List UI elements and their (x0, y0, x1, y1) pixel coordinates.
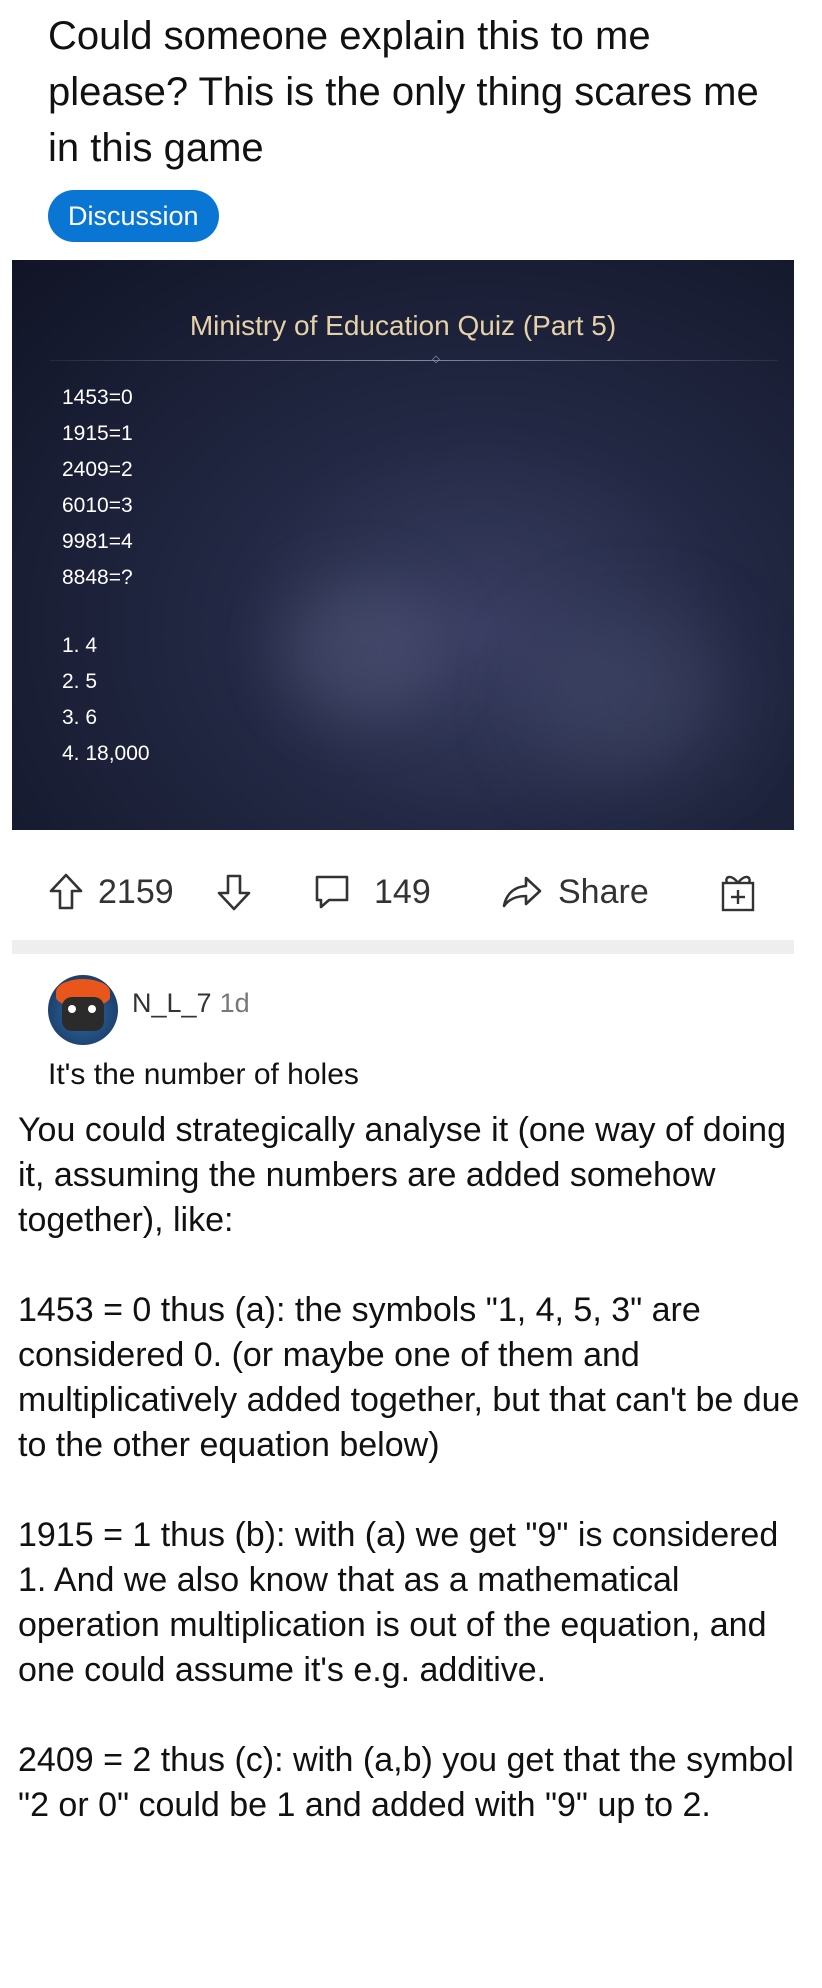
quiz-option: 3. 6 (62, 706, 98, 729)
quiz-option: 2. 5 (62, 670, 98, 693)
post-title: Could someone explain this to me please?… (48, 14, 759, 170)
share-button[interactable]: Share (500, 862, 649, 922)
speech-bubble-icon (315, 875, 349, 909)
post-image[interactable]: Ministry of Education Quiz (Part 5) ◇ 14… (12, 260, 794, 830)
divider-ornament-icon: ◇ (432, 354, 440, 365)
comment-first-line: It's the number of holes (48, 1058, 359, 1091)
arrow-down-icon (217, 874, 251, 911)
quiz-options: 1. 4 2. 5 3. 6 4. 18,000 (62, 628, 150, 772)
quiz-option: 4. 18,000 (62, 742, 150, 765)
quiz-title: Ministry of Education Quiz (Part 5) (189, 310, 617, 341)
quiz-equation: 6010=3 (62, 494, 133, 517)
upvote-button[interactable] (48, 862, 84, 922)
arrow-up-icon (49, 873, 83, 910)
comment-time: 1d (219, 988, 250, 1018)
quiz-equations: 1453=0 1915=1 2409=2 6010=3 9981=4 8848=… (62, 380, 133, 596)
background-blur (532, 620, 732, 780)
share-arrow-icon (502, 876, 542, 908)
post-action-bar: 2159 149 Share (48, 862, 788, 922)
discussion-flair[interactable]: Discussion (48, 190, 219, 242)
comment-paragraph: 2409 = 2 thus (c): with (a,b) you get th… (18, 1741, 794, 1824)
gift-icon (721, 875, 755, 912)
share-label: Share (558, 873, 649, 911)
comment-count: 149 (374, 873, 431, 911)
vote-score: 2159 (98, 873, 174, 911)
comments-button[interactable]: 149 (312, 862, 431, 922)
quiz-equation: 2409=2 (62, 458, 133, 481)
quiz-option: 1. 4 (62, 634, 98, 657)
comment-body: You could strategically analyse it (one … (18, 1108, 808, 1873)
quiz-equation: 1915=1 (62, 422, 133, 445)
background-blur (282, 580, 442, 720)
comment-paragraph: 1915 = 1 thus (b): with (a) we get "9" i… (18, 1516, 779, 1689)
quiz-equation: 9981=4 (62, 530, 133, 553)
comment-paragraph: You could strategically analyse it (one … (18, 1111, 786, 1239)
comment-paragraph: 1453 = 0 thus (a): the symbols "1, 4, 5,… (18, 1291, 800, 1464)
award-button[interactable] (718, 862, 758, 922)
quiz-divider: ◇ (50, 354, 778, 365)
comment-author[interactable]: N_L_7 (132, 988, 212, 1018)
comment-meta: N_L_7 1d (132, 988, 250, 1019)
section-separator (12, 940, 794, 954)
avatar[interactable] (48, 975, 118, 1045)
quiz-question: 8848=? (62, 566, 133, 589)
quiz-equation: 1453=0 (62, 386, 133, 409)
downvote-button[interactable] (216, 862, 252, 922)
